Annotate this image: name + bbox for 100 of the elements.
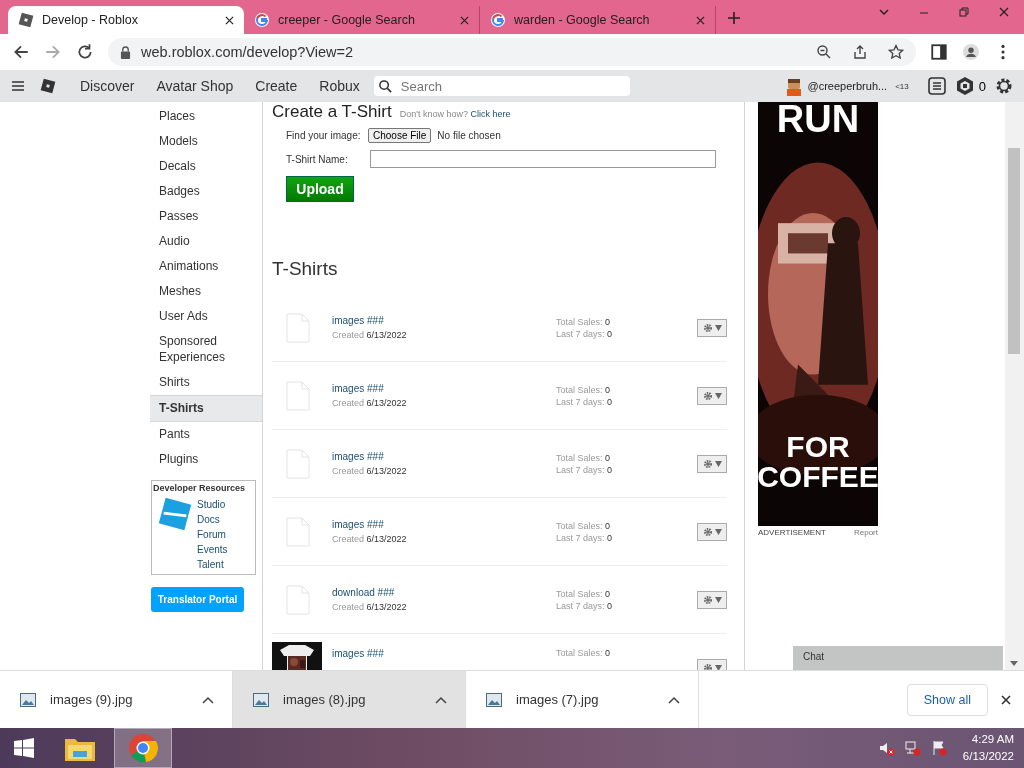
ad-headline: FOR [786,432,850,462]
file-icon [286,584,310,615]
sidebar-item[interactable]: Decals [150,154,262,179]
download-item[interactable]: images (8).jpg [233,671,466,728]
browser-tab[interactable]: creeper - Google Search [244,6,480,34]
item-link[interactable]: images ### [332,451,556,462]
chevron-up-icon[interactable] [668,695,680,704]
nav-link[interactable]: Create [255,78,298,94]
help-link[interactable]: Click here [470,109,511,119]
browser-tab[interactable]: warden - Google Search [480,6,716,34]
sidebar-item[interactable]: Animations [150,254,262,279]
zoom-out-icon[interactable] [816,44,832,60]
resource-link[interactable]: Events [197,542,228,557]
flag-icon[interactable] [930,740,947,756]
page-heading: Create a T-Shirt [272,102,392,122]
sidebar-item[interactable]: Passes [150,204,262,229]
sidebar-item[interactable]: Plugins [150,447,262,472]
scrollbar-thumb[interactable] [1008,148,1020,354]
profile-icon[interactable] [962,43,980,61]
total-sales: Total Sales: 0 [556,520,612,531]
nav-link[interactable]: Discover [80,78,135,94]
side-panel-icon[interactable] [930,43,948,61]
input-field[interactable] [370,150,716,168]
sidebar-item[interactable]: Places [150,104,262,129]
report-link[interactable]: Report [854,528,878,537]
sidebar-item[interactable]: Sponsored Experiences [150,329,262,370]
ad-label: ADVERTISEMENT [758,528,826,537]
total-sales: Total Sales: 0 [556,648,612,658]
help-text: Don't know how? Click here [399,109,511,119]
settings-dropdown-button[interactable] [697,454,727,473]
choose-file-button[interactable]: Choose File [368,127,432,143]
sidebar-item[interactable]: Pants [150,422,262,447]
close-tab-icon[interactable] [225,15,234,25]
item-link[interactable]: images ### [332,383,556,394]
search-input[interactable]: Search [398,77,603,95]
age-label: <13 [895,81,909,91]
item-link[interactable]: images ### [332,519,556,530]
settings-dropdown-button[interactable] [697,386,727,405]
resource-link[interactable]: Docs [197,512,228,527]
created-date: Created 6/13/2022 [332,398,408,408]
resource-link[interactable]: Talent [197,557,228,572]
clock-time: 4:29 AM [971,732,1014,747]
address-field[interactable]: web.roblox.com/develop?View=2 [108,38,916,66]
tab-search-chevron-icon[interactable] [878,6,890,18]
field-label: Find your image: [286,129,362,141]
star-icon[interactable] [888,44,904,60]
weekly-sales: Last 7 days: 0 [556,600,614,611]
share-icon[interactable] [852,44,868,60]
chrome-taskbar-button[interactable] [114,728,172,768]
muted-speaker-icon[interactable] [878,740,895,756]
windows-logo-icon[interactable] [14,738,34,758]
sidebar-item[interactable]: Shirts [150,370,262,395]
nav-link[interactable]: Robux [319,78,360,94]
image-file-icon [486,692,502,707]
sidebar-item[interactable]: Audio [150,229,262,254]
item-link[interactable]: download ### [332,587,556,598]
roblox-logo-icon[interactable] [40,78,56,94]
resource-link[interactable]: Forum [197,527,228,542]
list-icon[interactable] [926,76,947,96]
settings-dropdown-button[interactable] [697,522,727,541]
browser-tab[interactable]: Develop - Roblox [8,6,244,34]
robux-icon[interactable] [954,76,975,96]
url-text: web.roblox.com/develop?View=2 [141,44,354,60]
lock-icon [120,45,131,59]
caret-icon [714,460,722,467]
chevron-up-icon[interactable] [435,695,447,704]
settings-icon[interactable] [994,76,1014,96]
restore-icon[interactable] [958,6,970,18]
chat-bar[interactable]: Chat [793,646,1003,670]
show-all-button[interactable]: Show all [906,683,988,716]
total-sales: Total Sales: 0 [556,316,612,327]
weekly-sales: Last 7 days: 0 [556,532,614,543]
caret-icon [714,596,722,603]
sidebar-item[interactable]: User Ads [150,304,262,329]
robux-count: 0 [978,78,986,94]
upload-button[interactable]: Upload [286,176,354,202]
back-arrow-icon[interactable] [12,43,30,61]
sidebar-item[interactable]: Badges [150,179,262,204]
search-icon [377,78,393,94]
item-link[interactable]: images ### [332,315,556,326]
sidebar-item[interactable]: Models [150,129,262,154]
network-icon[interactable] [904,740,921,756]
chevron-up-icon[interactable] [202,695,214,704]
close-icon[interactable] [998,6,1010,18]
item-link[interactable]: images ### [332,648,556,659]
nav-link[interactable]: Avatar Shop [156,78,234,94]
sidebar-item[interactable]: T-Shirts [150,395,262,422]
tab-title: warden - Google Search [514,13,651,27]
tab-title: Develop - Roblox [42,13,139,27]
reload-icon[interactable] [76,43,94,61]
caret-icon [714,392,722,399]
new-tab-icon[interactable] [728,12,740,24]
settings-dropdown-button[interactable] [697,590,727,609]
username[interactable]: @creeperbruh... [807,80,888,92]
scroll-down-icon[interactable] [1010,661,1018,666]
resource-link[interactable]: Studio [197,497,228,512]
settings-dropdown-button[interactable] [697,318,727,337]
search-field[interactable]: Search [373,76,630,96]
close-icon[interactable] [1000,693,1012,706]
sidebar-item[interactable]: Meshes [150,279,262,304]
